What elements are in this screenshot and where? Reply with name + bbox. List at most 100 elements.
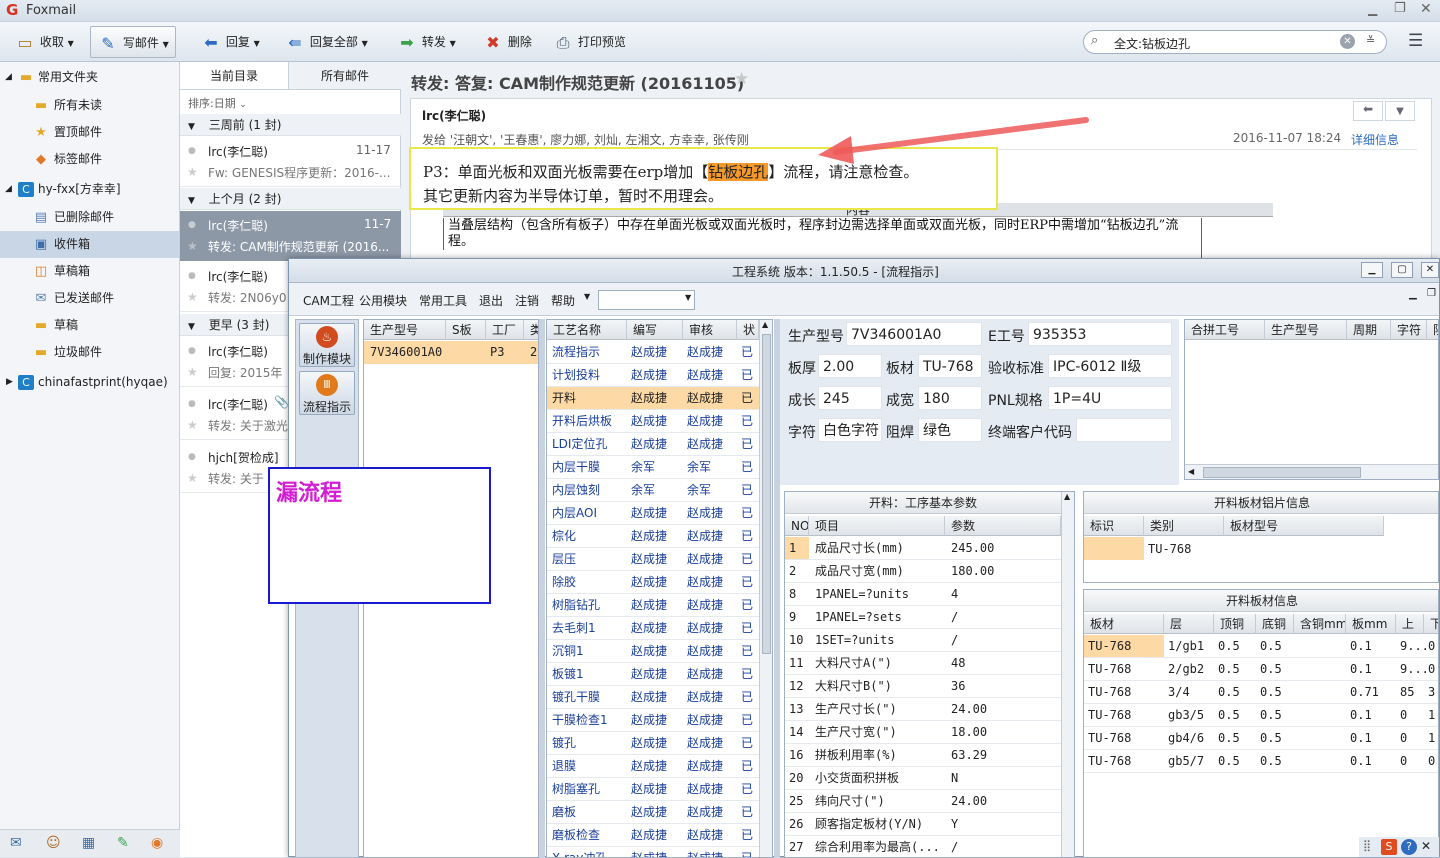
table-row[interactable]: 16 拼板利用率(%) 63.29 — [785, 744, 1061, 767]
table-row[interactable]: TU-768 3/4 0.5 0.5 0.71 85 3 — [1084, 681, 1438, 704]
help-icon[interactable]: ? — [1401, 839, 1417, 855]
sort-dropdown[interactable]: 排序:日期 ⌄ — [188, 95, 247, 111]
table-row[interactable]: 计划投料 赵成捷 赵成捷 已 — [547, 364, 759, 387]
column-header[interactable]: 顶铜 — [1214, 614, 1256, 634]
more-quick-button[interactable]: ▼ — [1385, 101, 1415, 121]
rss-module-icon[interactable]: ◉ — [151, 835, 163, 851]
field-production-model[interactable]: 7V346001A0 — [846, 322, 982, 346]
field-material[interactable]: TU-768 — [918, 354, 982, 378]
table-row[interactable]: 流程指示 赵成捷 赵成捷 已 — [547, 341, 759, 364]
table-row[interactable]: 沉铜1 赵成捷 赵成捷 已 — [547, 640, 759, 663]
column-header[interactable]: 周期 — [1347, 320, 1391, 340]
menu-help[interactable]: 帮助 — [551, 292, 575, 309]
reply-all-button[interactable]: ⇚ 回复全部 ▼ — [284, 30, 368, 54]
folder-sent[interactable]: ✉ 已发送邮件 — [0, 285, 179, 312]
field-customer-code[interactable] — [1076, 418, 1172, 442]
folder-pinned[interactable]: ★ 置顶邮件 — [0, 119, 179, 146]
folder-deleted[interactable]: ▤ 已删除邮件 — [0, 204, 179, 231]
table-row[interactable]: 25 纬向尺寸(") 24.00 — [785, 790, 1061, 813]
table-row[interactable]: 树脂钻孔 赵成捷 赵成捷 已 — [547, 594, 759, 617]
table-row[interactable]: 2 成品尺寸宽(mm) 180.00 — [785, 560, 1061, 583]
column-header[interactable]: 参数 — [945, 516, 1061, 536]
table-row[interactable]: 磨板检查 赵成捷 赵成捷 已 — [547, 824, 759, 847]
group-header[interactable]: ▼ 三周前 (1 封) — [180, 114, 401, 136]
list-item-selected[interactable]: ● lrc(李仁聪) 11-7 ★ 转发: CAM制作规范更新 (2016... — [180, 211, 401, 261]
field-e-number[interactable]: 935353 — [1028, 322, 1172, 346]
account-chinafastprint[interactable]: ▶ Cchinafastprint(hyqae) — [0, 369, 179, 396]
column-header[interactable]: 下 — [1424, 614, 1438, 634]
column-header[interactable]: 审核 — [683, 320, 737, 340]
table-row[interactable]: TU-768 2/gb2 0.5 0.5 0.1 9... 0 — [1084, 658, 1438, 681]
field-length[interactable]: 245 — [818, 386, 882, 410]
column-header[interactable]: 上 — [1396, 614, 1424, 634]
minimize-icon[interactable]: ▁ — [1361, 262, 1383, 278]
column-header[interactable]: 编写 — [627, 320, 683, 340]
scroll-up-icon[interactable]: ▲ — [1064, 492, 1070, 501]
details-link[interactable]: 详细信息 — [1351, 131, 1399, 148]
star-icon[interactable]: ★ — [734, 69, 749, 89]
table-row[interactable]: 27 综合利用率为最高(... / — [785, 836, 1061, 857]
table-row[interactable]: 树脂塞孔 赵成捷 赵成捷 已 — [547, 778, 759, 801]
folder-group-common[interactable]: ◢ ▬ 常用文件夹 — [0, 64, 179, 91]
field-solder-mask[interactable]: 绿色 — [918, 418, 982, 442]
field-standard[interactable]: IPC-6012 Ⅱ级 — [1048, 354, 1172, 378]
table-row[interactable]: TU-768 gb5/7 0.5 0.5 0.1 0 0 — [1084, 750, 1438, 773]
table-row[interactable]: 8 1PANEL=?units 4 — [785, 583, 1061, 606]
params-scrollbar[interactable]: ▲ — [1061, 492, 1074, 857]
process-scrollbar[interactable]: ▲ — [759, 320, 772, 857]
column-header[interactable]: NO — [785, 516, 809, 536]
table-row[interactable]: 磨板 赵成捷 赵成捷 已 — [547, 801, 759, 824]
contacts-module-icon[interactable]: ☺ — [46, 835, 61, 851]
horizontal-scrollbar[interactable]: ◀ — [1185, 464, 1438, 479]
table-row[interactable]: 退膜 赵成捷 赵成捷 已 — [547, 755, 759, 778]
table-row[interactable]: 20 小交货面积拼板 N — [785, 767, 1061, 790]
compose-button[interactable]: ✎ 写邮件 ▼ — [90, 26, 176, 58]
column-header[interactable]: 阻 — [1427, 320, 1438, 340]
column-header[interactable]: 生产型号 — [1265, 320, 1347, 340]
menu-cam[interactable]: CAM工程 — [303, 292, 354, 309]
table-row[interactable]: X-ray冲孔 赵成捷 赵成捷已 — [547, 847, 759, 857]
column-header[interactable]: 底铜 — [1256, 614, 1294, 634]
column-header[interactable]: 类 — [524, 320, 538, 340]
star-icon[interactable]: ★ — [187, 365, 198, 379]
table-row[interactable]: TU-768 — [1084, 537, 1384, 560]
receive-button[interactable]: ▭ 收取 ▼ — [14, 30, 73, 54]
group-header[interactable]: ▼ 上个月 (2 封) — [180, 188, 401, 210]
module-combo[interactable]: ▼ — [598, 290, 695, 310]
folder-inbox[interactable]: ▣ 收件箱 — [0, 231, 179, 258]
table-row[interactable]: 镀孔干膜 赵成捷 赵成捷 已 — [547, 686, 759, 709]
table-row[interactable]: 内层蚀刻 余军 余军 已 — [547, 479, 759, 502]
tab-all-mail[interactable]: 所有邮件 — [289, 62, 401, 90]
folder-junk[interactable]: ▬ 垃圾邮件 — [0, 339, 179, 366]
menu-logout[interactable]: 注销 — [515, 292, 539, 309]
minimize-icon[interactable]: ▁ — [1368, 2, 1377, 16]
menu-common-tools[interactable]: 常用工具 — [419, 292, 467, 309]
delete-button[interactable]: ✖ 删除 — [482, 30, 532, 54]
scroll-up-icon[interactable]: ▲ — [762, 320, 768, 329]
star-icon[interactable]: ★ — [187, 418, 198, 432]
column-header[interactable]: 标识 — [1084, 516, 1144, 536]
search-input[interactable]: 全文:钻板边孔 — [1114, 35, 1190, 52]
sogou-input-icon[interactable]: S — [1381, 839, 1397, 855]
table-row[interactable]: 棕化 赵成捷 赵成捷 已 — [547, 525, 759, 548]
forward-button[interactable]: ➡ 转发 ▼ — [396, 30, 456, 54]
star-icon[interactable]: ★ — [187, 239, 198, 253]
tab-current-folder[interactable]: 当前目录 — [180, 62, 289, 90]
column-header[interactable]: 工艺名称 — [547, 320, 627, 340]
table-row[interactable]: 去毛刺1 赵成捷 赵成捷 已 — [547, 617, 759, 640]
maximize-icon[interactable]: ▢ — [1391, 262, 1413, 278]
column-header[interactable]: 类别 — [1144, 516, 1224, 536]
scrollbar-thumb[interactable] — [1203, 467, 1361, 478]
menu-exit[interactable]: 退出 — [479, 292, 503, 309]
folder-tagged[interactable]: ◆ 标签邮件 — [0, 146, 179, 173]
maximize-icon[interactable]: ❐ — [1394, 1, 1406, 16]
table-row[interactable]: TU-768 gb3/5 0.5 0.5 0.1 0 1 — [1084, 704, 1438, 727]
notes-module-icon[interactable]: ✎ — [117, 835, 129, 851]
star-icon[interactable]: ★ — [187, 471, 198, 485]
account-hy-fxx[interactable]: ◢ Chy-fxx[方幸幸] — [0, 176, 179, 203]
column-header[interactable]: 板材型号 — [1224, 516, 1384, 536]
list-item[interactable]: ● lrc(李仁聪) 11-17 ★ Fw: GENESIS程序更新：2016-… — [180, 137, 401, 187]
column-header[interactable]: 工厂 — [486, 320, 524, 340]
table-row[interactable]: 12 大料尺寸B(") 36 — [785, 675, 1061, 698]
star-icon[interactable]: ★ — [187, 165, 198, 179]
